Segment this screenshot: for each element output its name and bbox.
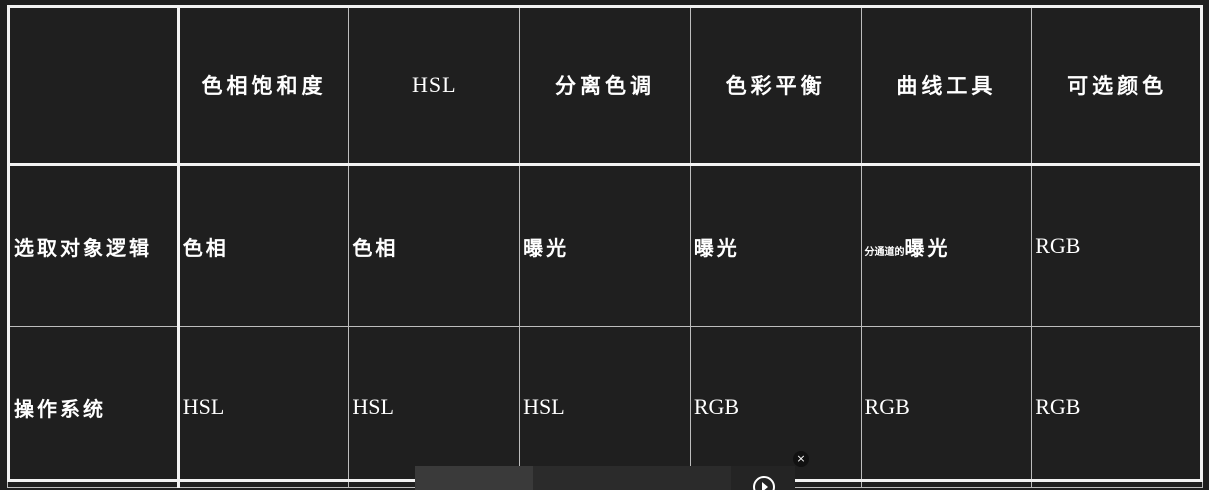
slide-canvas: 色相饱和度 HSL 分离色调 色彩平衡 曲线工具 可选颜色 选取对象逻辑 色相 …	[0, 0, 1209, 490]
control-bar-segment	[415, 466, 533, 490]
play-icon[interactable]	[752, 475, 776, 490]
video-control-bar[interactable]	[415, 466, 795, 490]
table-outer-border	[7, 5, 1203, 482]
close-icon[interactable]: ×	[793, 451, 809, 467]
